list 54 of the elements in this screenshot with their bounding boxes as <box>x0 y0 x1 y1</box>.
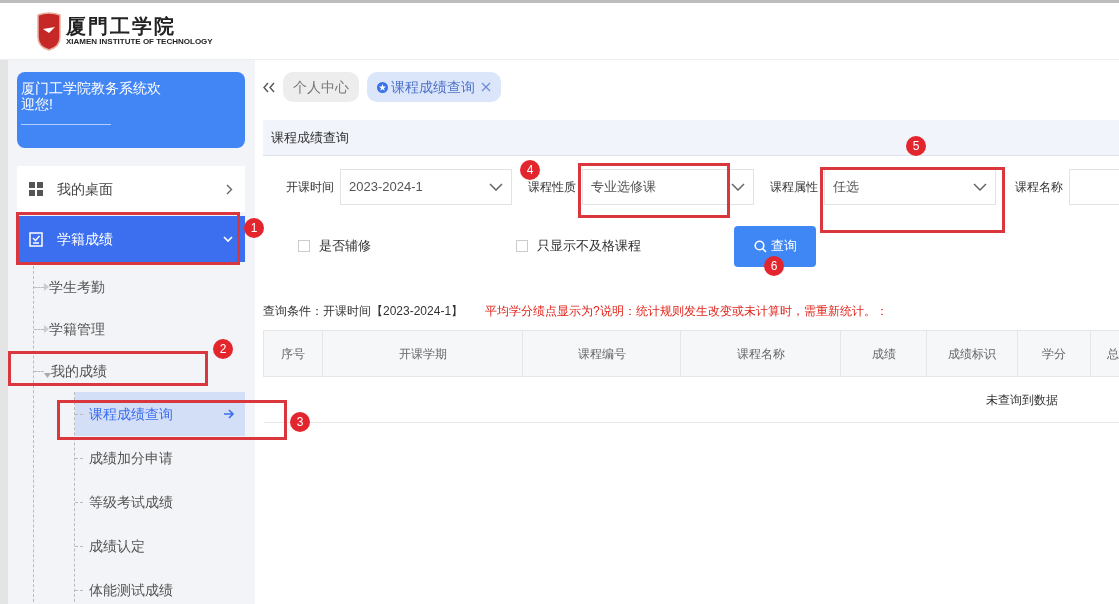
close-icon[interactable] <box>481 82 491 92</box>
filter-label: 课程名称 <box>1015 179 1063 196</box>
column-header: 课程编号 <box>522 330 681 377</box>
filter-label: 课程性质 <box>528 179 576 196</box>
column-header: 课程名称 <box>680 330 841 377</box>
query-conditions: 查询条件：开课时间【2023-2024-1】 <box>263 303 464 320</box>
step-badge: 4 <box>520 160 540 180</box>
step-badge: 3 <box>290 412 310 432</box>
step-badge: 1 <box>244 218 264 238</box>
tab[interactable]: 课程成绩查询 <box>367 72 501 102</box>
arrow-right-icon <box>223 409 235 419</box>
chevron-down-icon <box>489 183 503 191</box>
chevron-down-icon <box>973 183 987 191</box>
submenu-item[interactable]: 成绩认定 <box>75 524 245 568</box>
submenu-item[interactable]: 学生考勤 <box>34 266 245 308</box>
collapse-icon[interactable] <box>263 81 275 93</box>
chevron-down-icon <box>223 235 233 243</box>
triangle-right-icon <box>44 283 49 291</box>
tab[interactable]: 个人中心 <box>283 72 359 102</box>
checklist-icon <box>29 231 43 247</box>
notice-text: 平均学分绩点显示为?说明：统计规则发生改变或未计算时，需重新统计。： <box>485 303 888 320</box>
emblem-icon <box>36 11 62 51</box>
search-icon <box>753 239 767 253</box>
column-header: 序号 <box>263 330 323 377</box>
menu-item[interactable]: 我的桌面 <box>17 166 245 212</box>
column-header: 总 <box>1090 330 1119 377</box>
chevron-down-icon <box>731 183 745 191</box>
welcome-text: 厦门工学院教务系统欢迎您! <box>21 80 162 112</box>
checkbox[interactable] <box>298 240 310 252</box>
column-header: 学分 <box>1017 330 1091 377</box>
select-field[interactable]: 专业选修课 <box>582 169 754 205</box>
column-header: 开课学期 <box>322 330 523 377</box>
submenu-item[interactable]: 成绩加分申请 <box>75 436 245 480</box>
select-field[interactable]: 任选 <box>824 169 996 205</box>
logo-subtitle: XIAMEN INSTITUTE OF TECHNOLOGY <box>66 38 213 46</box>
column-header: 成绩 <box>840 330 927 377</box>
submenu-item[interactable]: 等级考试成绩 <box>75 480 245 524</box>
logo-text: 厦門工学院 <box>66 16 177 36</box>
submenu-item[interactable]: 体能测试成绩 <box>75 568 245 604</box>
triangle-right-icon <box>44 325 49 333</box>
triangle-down-icon <box>44 372 51 378</box>
filter-label: 开课时间 <box>286 179 334 196</box>
star-badge-icon <box>377 81 388 93</box>
checkbox-label: 是否辅修 <box>319 237 371 256</box>
select-field[interactable]: 2023-2024-1 <box>340 169 512 205</box>
checkbox-label: 只显示不及格课程 <box>537 237 641 256</box>
menu-item[interactable]: 学籍成绩 <box>17 216 245 262</box>
column-header: 成绩标识 <box>926 330 1018 377</box>
checkbox[interactable] <box>516 240 528 252</box>
filter-label: 课程属性 <box>770 179 818 196</box>
empty-message: 未查询到数据 <box>985 392 1058 407</box>
step-badge: 6 <box>764 256 784 276</box>
windows-icon <box>29 182 43 196</box>
chevron-right-icon <box>226 183 233 195</box>
